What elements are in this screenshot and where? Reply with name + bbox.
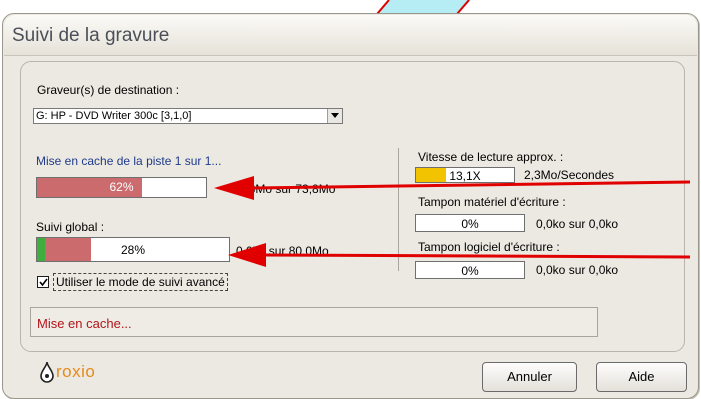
sw-buffer-bar: 0% [415, 261, 525, 279]
status-text: Mise en cache... [37, 316, 132, 331]
hw-buffer-bar: 0% [415, 214, 525, 232]
sw-buffer-bar-text: 0% [461, 264, 479, 278]
advanced-mode-checkbox[interactable] [37, 276, 49, 288]
cancel-button[interactable]: Annuler [482, 362, 577, 392]
advanced-mode-label[interactable]: Utiliser le mode de suivi avancé [53, 273, 228, 291]
decoration-shape [376, 0, 471, 14]
roxio-logo: roxio [38, 361, 95, 383]
window-title: Suivi de la gravure [12, 25, 170, 46]
track-progress-bar: 62% [36, 177, 207, 198]
global-label: Suivi global : [36, 220, 105, 234]
destination-select[interactable]: G: HP - DVD Writer 300c [3,1,0] [33, 108, 343, 124]
sw-buffer-value: 0,0ko sur 0,0ko [536, 263, 619, 277]
hw-buffer-label: Tampon matériel d'écriture : [418, 195, 566, 209]
status-box: Mise en cache... [30, 307, 598, 337]
read-speed-bar: 13,1X [415, 167, 515, 183]
track-progress-text: 62% [109, 180, 134, 194]
global-progress-bar: 28% [36, 237, 230, 262]
chevron-down-icon [331, 113, 339, 118]
roxio-logo-text: roxio [56, 362, 96, 381]
dropdown-button[interactable] [327, 109, 342, 123]
read-speed-value: 2,3Mo/Secondes [524, 168, 615, 182]
track-cache-label: Mise en cache de la piste 1 sur 1... [36, 154, 222, 168]
global-size-text: 0,0ko sur 80,0Mo [236, 244, 329, 258]
title-bar: Suivi de la gravure [4, 15, 697, 56]
help-button[interactable]: Aide [596, 362, 687, 392]
global-progress-text: 28% [120, 243, 146, 257]
read-speed-label: Vitesse de lecture approx. : [418, 150, 564, 164]
track-size-text: 45,8Mo sur 73,8Mo [232, 182, 336, 196]
destination-select-value: G: HP - DVD Writer 300c [3,1,0] [36, 110, 192, 122]
roxio-drop-icon [38, 361, 56, 383]
checkmark-icon [39, 278, 48, 287]
read-speed-bar-text: 13,1X [449, 169, 481, 183]
sw-buffer-label: Tampon logiciel d'écriture : [418, 240, 560, 254]
hw-buffer-bar-text: 0% [461, 217, 479, 231]
destination-label: Graveur(s) de destination : [37, 83, 180, 97]
hw-buffer-value: 0,0ko sur 0,0ko [536, 217, 619, 231]
column-divider [398, 148, 399, 271]
